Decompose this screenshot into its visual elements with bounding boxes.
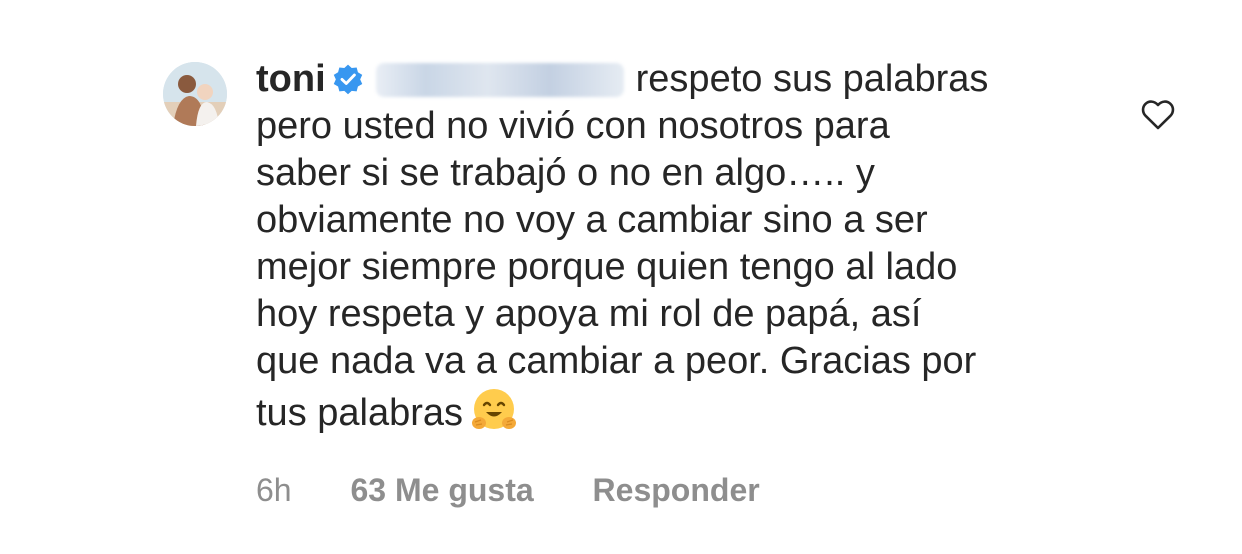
comment-last-line: tus palabras [256,385,1136,437]
comment-meta: 6h 63 Me gusta Responder [256,470,810,510]
timestamp[interactable]: 6h [256,472,292,508]
comment-text-line: que nada va a cambiar a peor. Gracias po… [256,340,977,382]
comment-text-line: saber si se trabajó o no en algo….. y [256,152,875,194]
blurred-mention[interactable] [375,63,624,97]
comment-text-line: pero usted no vivió con nosotros para [256,105,890,147]
comment-text-line: respeto sus palabras [635,58,989,100]
avatar[interactable] [163,62,227,126]
comment-text-line: hoy respeta y apoya mi rol de papá, así [256,293,922,335]
comment-text-line: tus palabras [256,392,464,434]
heart-outline-icon[interactable] [1141,99,1175,131]
username[interactable]: toni [256,58,326,100]
comment-text-line: obviamente no voy a cambiar sino a ser [256,199,928,241]
comment-body: toni respeto sus palabras pero usted no v… [256,56,1136,437]
comment: toni respeto sus palabras pero usted no v… [0,0,1242,554]
reply-button[interactable]: Responder [593,472,760,508]
comment-text-line: mejor siempre porque quien tengo al lado [256,246,958,288]
verified-badge-icon [333,64,362,95]
like-count[interactable]: 63 Me gusta [350,472,533,508]
hugging-face-emoji [472,389,517,429]
comment-first-line: toni respeto sus palabras [256,56,1136,103]
avatar-photo [163,62,227,126]
